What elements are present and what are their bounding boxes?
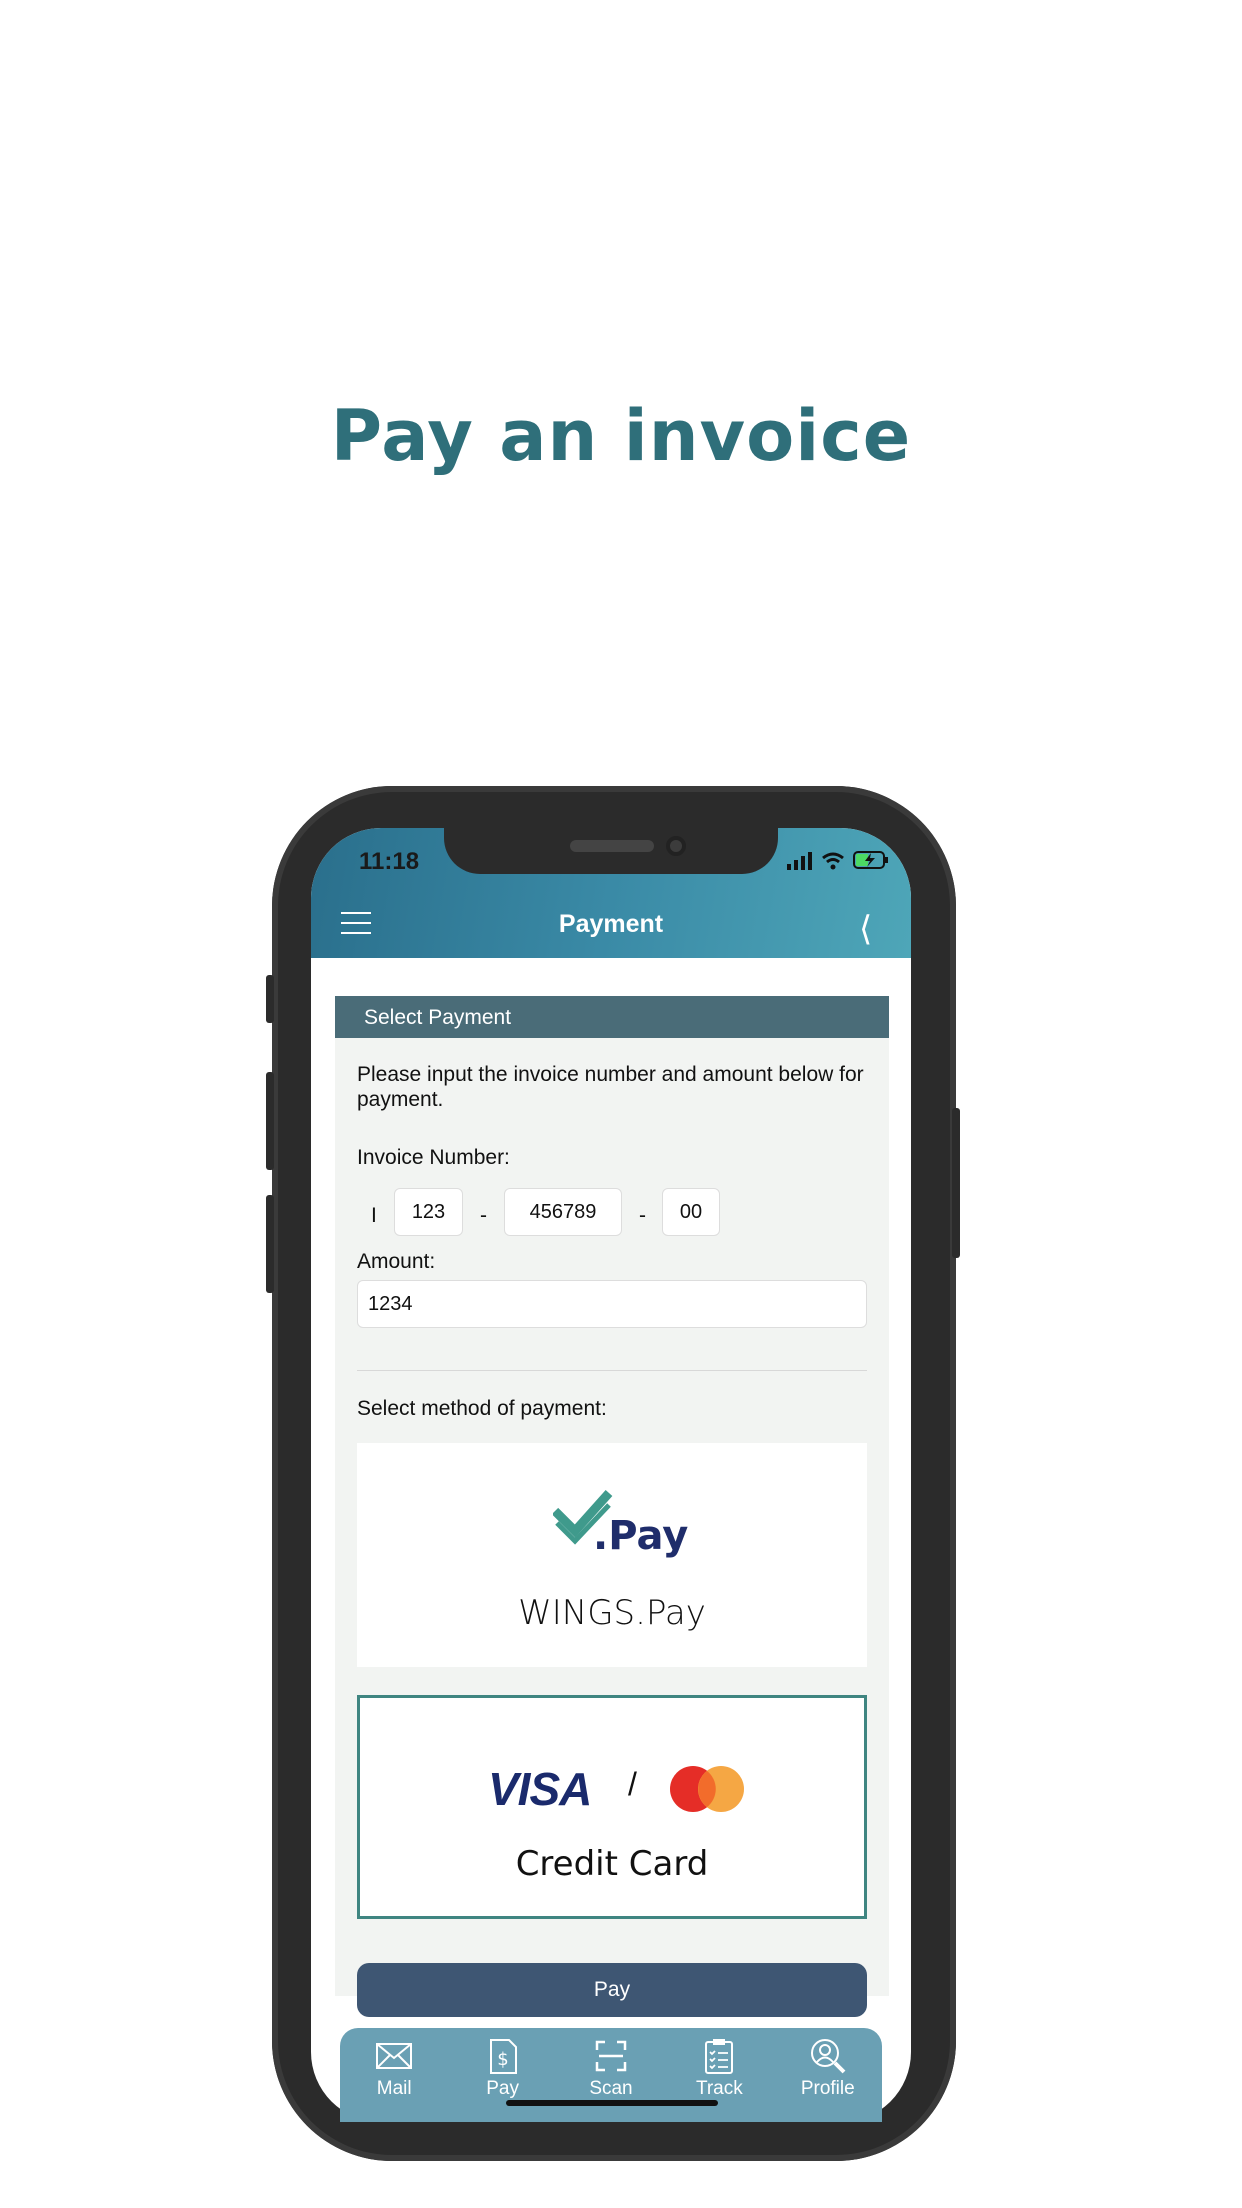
tab-label: Mail	[376, 2078, 412, 2099]
profile-search-icon	[810, 2039, 846, 2074]
status-time: 11:18	[359, 848, 420, 875]
mastercard-icon	[670, 1766, 744, 1812]
home-indicator[interactable]	[506, 2100, 718, 2106]
volume-down-button	[266, 1195, 274, 1293]
invoice-separator: -	[480, 1204, 487, 1227]
power-button	[952, 1108, 960, 1258]
mute-switch	[266, 975, 274, 1023]
tab-label: Track	[695, 2078, 743, 2099]
phone-screen: 11:18 Payment ⟨ Select Payment Please in…	[311, 828, 911, 2122]
tab-label: Scan	[589, 2078, 633, 2099]
amount-input[interactable]: 1234	[357, 1280, 867, 1328]
tab-label: Pay	[486, 2078, 519, 2099]
wings-pay-option[interactable]: .Pay WINGS.Pay	[357, 1443, 867, 1667]
clipboard-icon	[705, 2039, 734, 2074]
tab-mail[interactable]: Mail	[349, 2036, 439, 2122]
visa-logo: VISA	[488, 1763, 592, 1815]
wings-pay-label: WINGS.Pay	[518, 1593, 706, 1633]
scan-icon	[595, 2040, 627, 2072]
notch	[444, 828, 778, 874]
signal-icon	[787, 852, 812, 870]
tab-scan[interactable]: Scan	[566, 2036, 656, 2122]
page-headline: Pay an invoice	[330, 395, 912, 477]
section-title: Select Payment	[335, 996, 889, 1038]
tab-pay[interactable]: $ Pay	[458, 2036, 548, 2122]
status-icons	[787, 850, 889, 870]
credit-card-label: Credit Card	[515, 1844, 709, 1884]
tab-label: Profile	[800, 2078, 855, 2099]
mail-icon	[376, 2043, 413, 2069]
invoice-label: Invoice Number:	[357, 1146, 510, 1169]
invoice-separator: -	[639, 1204, 646, 1227]
pay-button[interactable]: Pay	[357, 1963, 867, 2017]
bottom-tab-bar: Mail $ Pay Scan Track Profile	[340, 2028, 882, 2122]
invoice-prefix: I	[371, 1204, 377, 1227]
logo-divider: /	[628, 1766, 637, 1802]
camera	[666, 836, 686, 856]
pay-document-icon: $	[489, 2039, 517, 2074]
invoice-part1-input[interactable]: 123	[394, 1188, 463, 1236]
tab-profile[interactable]: Profile	[783, 2036, 873, 2122]
battery-charging-icon	[853, 851, 888, 869]
speaker	[570, 840, 654, 852]
back-chevron-icon[interactable]: ⟨	[859, 912, 872, 946]
amount-label: Amount:	[357, 1250, 436, 1273]
svg-text:$: $	[497, 2049, 508, 2070]
wifi-icon	[822, 852, 844, 870]
tab-track[interactable]: Track	[674, 2036, 764, 2122]
invoice-part2-input[interactable]: 456789	[504, 1188, 622, 1236]
divider	[357, 1370, 867, 1371]
instructions: Please input the invoice number and amou…	[357, 1063, 864, 1111]
wings-pay-logo: .Pay	[593, 1513, 689, 1559]
credit-card-option-box[interactable]: VISA / Credit Card	[357, 1695, 867, 1919]
header-title: Payment	[558, 910, 664, 938]
volume-up-button	[266, 1072, 274, 1170]
method-label: Select method of payment:	[357, 1397, 607, 1420]
invoice-part3-input[interactable]: 00	[662, 1188, 720, 1236]
